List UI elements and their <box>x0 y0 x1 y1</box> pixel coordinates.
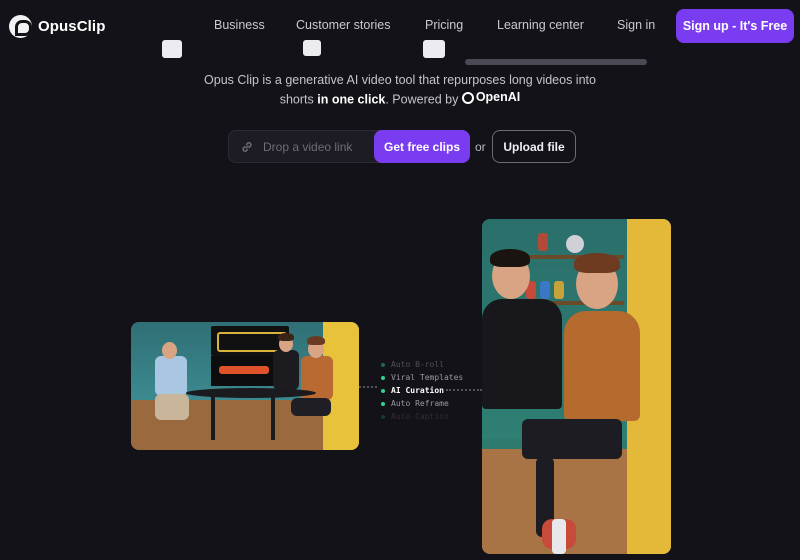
nav-business[interactable]: Business <box>214 18 265 32</box>
nav-pricing[interactable]: Pricing <box>425 18 463 32</box>
openai-text: OpenAI <box>475 90 521 104</box>
hero-description: Opus Clip is a generative AI video tool … <box>150 72 650 109</box>
feature-item: Auto Reframe <box>381 397 463 410</box>
logo-text: OpusClip <box>38 18 106 35</box>
bullet-icon <box>381 388 385 393</box>
link-icon <box>240 140 254 154</box>
desc-line1: Opus Clip is a generative AI video tool … <box>204 73 596 87</box>
video-link-box: Get free clips <box>228 130 470 163</box>
portrait-video-preview <box>482 219 671 554</box>
nav-customer-stories[interactable]: Customer stories <box>296 18 390 32</box>
landscape-video-preview <box>131 322 359 450</box>
bullet-icon <box>381 414 385 419</box>
desc-shorts: shorts <box>279 92 314 107</box>
bullet-icon <box>381 362 385 367</box>
get-free-clips-button[interactable]: Get free clips <box>374 130 470 163</box>
feature-item-active: AI Curation <box>381 384 463 397</box>
bullet-icon <box>381 401 385 406</box>
connector-left <box>359 386 377 388</box>
logo[interactable]: OpusClip <box>9 15 105 38</box>
upload-file-button[interactable]: Upload file <box>492 130 576 163</box>
nav-sign-in[interactable]: Sign in <box>617 18 655 32</box>
nav-learning-center[interactable]: Learning center <box>497 18 584 32</box>
feature-list: Auto B-roll Viral Templates AI Curation … <box>381 358 463 423</box>
bullet-icon <box>381 375 385 380</box>
fireplace-icon <box>211 356 277 386</box>
feature-item: Auto B-roll <box>381 358 463 371</box>
desc-bold: in one click <box>317 92 386 107</box>
desc-powered: . Powered by <box>385 92 459 107</box>
openai-brand: OpenAI <box>461 89 521 106</box>
signup-button[interactable]: Sign up - It's Free <box>676 9 794 43</box>
feature-item: Viral Templates <box>381 371 463 384</box>
openai-icon <box>461 91 474 104</box>
video-link-input[interactable] <box>263 137 373 157</box>
top-nav: OpusClip Business Customer stories Prici… <box>0 0 800 52</box>
or-separator: or <box>475 140 486 154</box>
feature-item: Auto Caption <box>381 410 463 423</box>
opusclip-logo-icon <box>9 15 32 38</box>
